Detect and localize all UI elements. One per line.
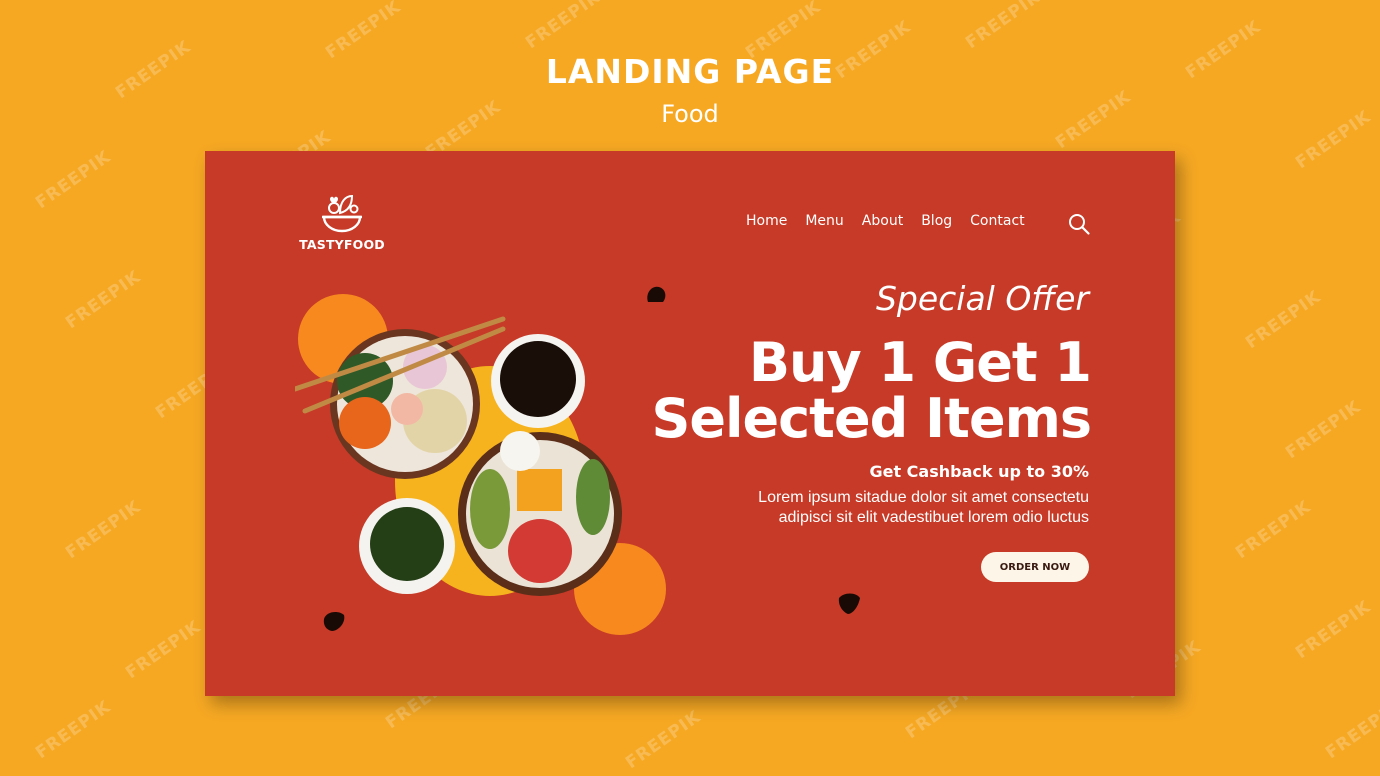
search-icon[interactable] (1067, 212, 1091, 236)
hero-headline: Buy 1 Get 1 Selected Items (652, 335, 1092, 447)
watermark-text: FREEPIK (32, 146, 115, 214)
nav-home[interactable]: Home (746, 213, 787, 229)
order-now-button[interactable]: ORDER NOW (981, 552, 1089, 582)
hero-description: Lorem ipsum sitadue dolor sit amet conse… (758, 488, 1089, 528)
nav-contact[interactable]: Contact (970, 213, 1024, 229)
main-nav: Home Menu About Blog Contact (746, 213, 1025, 229)
cashback-text: Get Cashback up to 30% (869, 462, 1089, 481)
seed-decoration (323, 611, 345, 631)
watermark-text: FREEPIK (1282, 396, 1365, 464)
watermark-text: FREEPIK (1232, 496, 1315, 564)
logo[interactable]: TASTYFOOD (295, 193, 389, 252)
landing-card: TASTYFOOD Home Menu About Blog Contact S… (205, 151, 1175, 696)
watermark-text: FREEPIK (62, 496, 145, 564)
nav-blog[interactable]: Blog (921, 213, 952, 229)
nav-about[interactable]: About (862, 213, 903, 229)
watermark-text: FREEPIK (32, 696, 115, 764)
watermark-text: FREEPIK (1292, 596, 1375, 664)
watermark-text: FREEPIK (962, 0, 1045, 54)
page-subtitle: Food (661, 100, 719, 128)
seed-decoration (647, 286, 666, 302)
headline-line-2: Selected Items (651, 387, 1092, 450)
watermark-text: FREEPIK (522, 0, 605, 54)
nav-menu[interactable]: Menu (805, 213, 843, 229)
headline-line-1: Buy 1 Get 1 (748, 331, 1092, 394)
watermark-text: FREEPIK (1242, 286, 1325, 354)
salad-bowl-icon (322, 194, 362, 233)
logo-text: TASTYFOOD (299, 237, 385, 252)
description-line-2: adipisci sit elit vadestibuet lorem odio… (778, 509, 1089, 526)
special-offer-text: Special Offer (875, 279, 1089, 318)
watermark-text: FREEPIK (62, 266, 145, 334)
watermark-text: FREEPIK (622, 706, 705, 774)
watermark-text: FREEPIK (1322, 696, 1380, 764)
page-title: LANDING PAGE (545, 52, 835, 91)
watermark-text: FREEPIK (122, 616, 205, 684)
description-line-1: Lorem ipsum sitadue dolor sit amet conse… (758, 489, 1089, 506)
poke-bowl-illustration (295, 294, 666, 635)
seed-decoration (838, 593, 860, 614)
